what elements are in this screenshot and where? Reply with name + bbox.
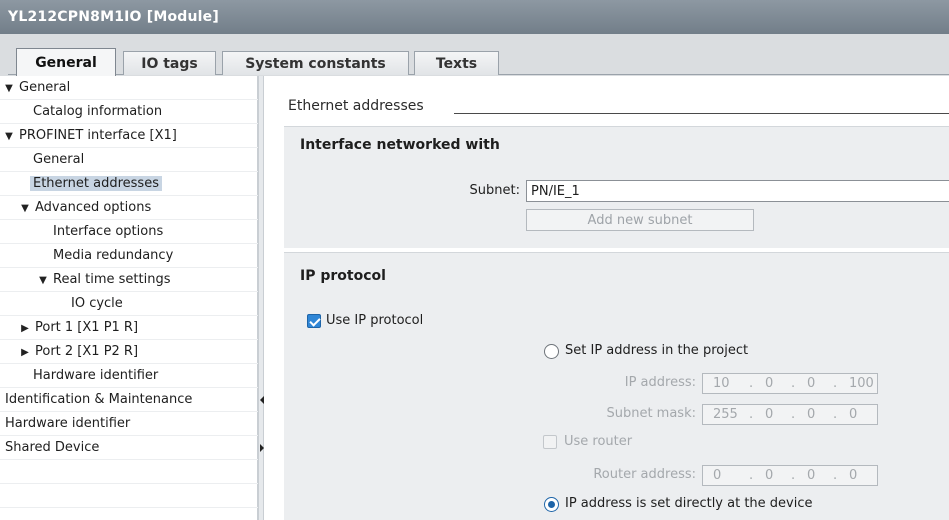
add-new-subnet-button[interactable]: Add new subnet [526, 209, 754, 231]
expanded-triangle-icon[interactable]: ▼ [36, 275, 50, 286]
tree-item-ethernet-addresses[interactable]: Ethernet addresses [0, 172, 258, 196]
tree-item-port-1[interactable]: ▶ Port 1 [X1 P1 R] [0, 316, 258, 340]
tree-item-io-cycle[interactable]: IO cycle [0, 292, 258, 316]
tree-item-general[interactable]: ▼ General [0, 76, 258, 100]
tree-item-advanced-options[interactable]: ▼ Advanced options [0, 196, 258, 220]
expanded-triangle-icon[interactable]: ▼ [2, 131, 16, 142]
ip-set-at-device-radio[interactable] [544, 497, 559, 512]
subnet-mask-field[interactable]: 255 . 0 . 0 . 0 [702, 404, 878, 425]
ip-protocol-title: IP protocol [300, 268, 386, 284]
expanded-triangle-icon[interactable]: ▼ [2, 83, 16, 94]
use-router-checkbox[interactable] [543, 435, 557, 449]
tree-item-interface-options[interactable]: Interface options [0, 220, 258, 244]
subnet-label: Subnet: [469, 183, 520, 198]
use-ip-protocol-checkbox[interactable] [307, 314, 321, 328]
tree-item-identification-maintenance[interactable]: Identification & Maintenance [0, 388, 258, 412]
router-address-label: Router address: [593, 467, 696, 482]
ip-address-field[interactable]: 10 . 0 . 0 . 100 [702, 373, 878, 394]
properties-panel: Ethernet addresses Interface networked w… [264, 76, 949, 520]
navigation-tree: ▼ General Catalog information ▼ PROFINET i… [0, 76, 258, 520]
ip-address-label: IP address: [624, 375, 696, 390]
section-header-ethernet-addresses: Ethernet addresses [288, 98, 430, 114]
tree-item-profinet-interface[interactable]: ▼ PROFINET interface [X1] [0, 124, 258, 148]
set-ip-in-project-radio[interactable] [544, 344, 559, 359]
tree-item-catalog-information[interactable]: Catalog information [0, 100, 258, 124]
tab-texts[interactable]: Texts [414, 51, 499, 75]
tree-item-hardware-identifier-interface[interactable]: Hardware identifier [0, 364, 258, 388]
tree-item-media-redundancy[interactable]: Media redundancy [0, 244, 258, 268]
tab-io-tags[interactable]: IO tags [123, 51, 216, 75]
use-ip-protocol-label: Use IP protocol [326, 313, 424, 328]
router-address-field[interactable]: 0 . 0 . 0 . 0 [702, 465, 878, 486]
tab-system-constants[interactable]: System constants [222, 51, 409, 75]
tree-item-real-time-settings[interactable]: ▼ Real time settings [0, 268, 258, 292]
section-header-rule [454, 113, 949, 114]
tree-item-port-2[interactable]: ▶ Port 2 [X1 P2 R] [0, 340, 258, 364]
window-title: YL212CPN8M1IO [Module] [0, 0, 949, 34]
tab-general[interactable]: General [16, 48, 116, 76]
tree-empty-row [0, 460, 258, 484]
collapsed-triangle-icon[interactable]: ▶ [18, 323, 32, 334]
tree-item-hardware-identifier[interactable]: Hardware identifier [0, 412, 258, 436]
set-ip-in-project-label: Set IP address in the project [565, 343, 749, 358]
use-router-label: Use router [564, 434, 633, 449]
tree-item-interface-general[interactable]: General [0, 148, 258, 172]
collapsed-triangle-icon[interactable]: ▶ [18, 347, 32, 358]
tree-item-shared-device[interactable]: Shared Device [0, 436, 258, 460]
expanded-triangle-icon[interactable]: ▼ [18, 203, 32, 214]
subnet-mask-label: Subnet mask: [606, 406, 696, 421]
ip-set-at-device-label: IP address is set directly at the device [565, 496, 813, 511]
subnet-select[interactable]: PN/IE_1 [526, 180, 949, 202]
tree-empty-row [0, 484, 258, 508]
interface-networked-title: Interface networked with [300, 137, 500, 153]
